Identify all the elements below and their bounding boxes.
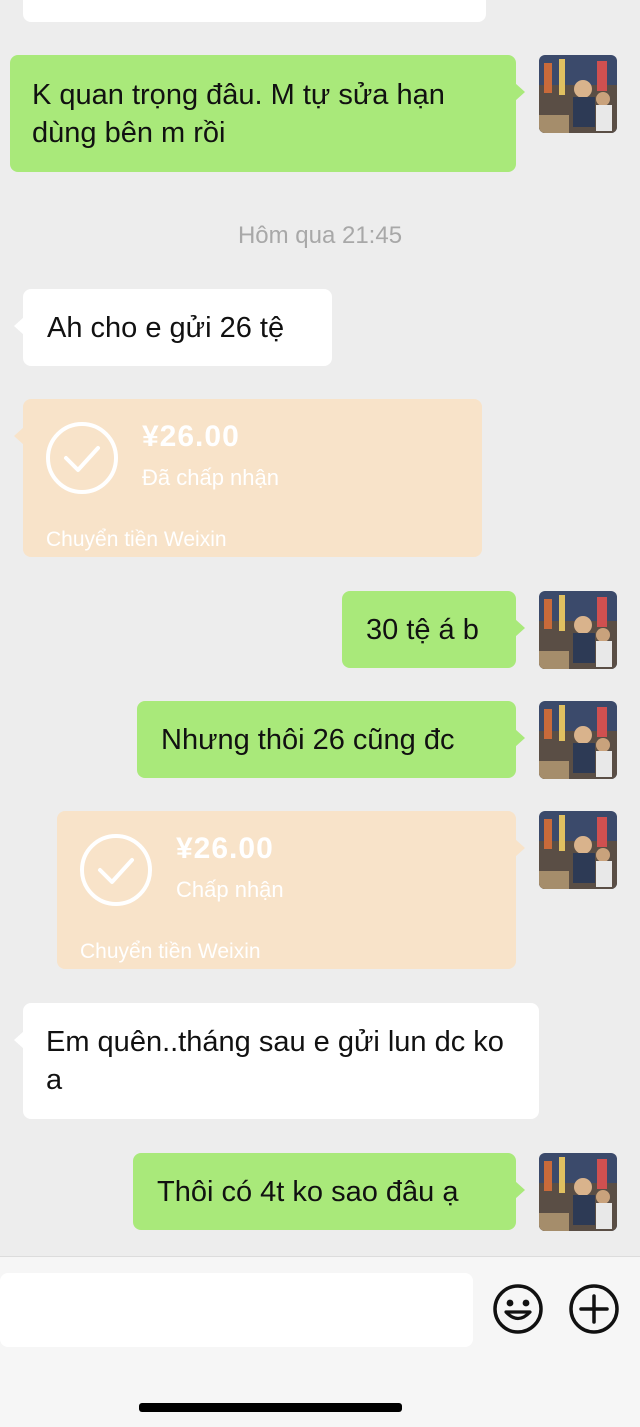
transfer-status: Đã chấp nhận bbox=[142, 465, 279, 490]
message-text: Ah cho e gửi 26 tệ bbox=[47, 311, 285, 344]
message-outgoing[interactable]: Nhưng thôi 26 cũng đc bbox=[137, 701, 525, 778]
message-incoming[interactable]: Ah cho e gửi 26 tệ bbox=[14, 289, 332, 366]
avatar-photo-icon bbox=[539, 55, 617, 133]
smiley-face-icon[interactable] bbox=[492, 1283, 544, 1335]
message-text: 30 tệ á b bbox=[366, 613, 479, 646]
message-outgoing[interactable]: 30 tệ á b bbox=[342, 591, 525, 668]
message-text: Em quên..tháng sau e gửi lun dc ko a bbox=[46, 1026, 504, 1096]
transfer-card-incoming[interactable]: ¥26.00 Đã chấp nhận Chuyển tiền Weixin bbox=[14, 399, 482, 557]
message-incoming[interactable]: Em quên..tháng sau e gửi lun dc ko a bbox=[14, 1003, 539, 1119]
timestamp: Hôm qua 21:45 bbox=[237, 222, 403, 249]
check-circle-icon bbox=[80, 834, 152, 906]
message-outgoing[interactable]: K quan trọng đâu. M tự sửa hạn dùng bên … bbox=[10, 55, 525, 172]
avatar[interactable] bbox=[539, 591, 617, 669]
input-bar bbox=[0, 1256, 640, 1427]
transfer-footer: Chuyển tiền Weixin bbox=[46, 528, 227, 551]
avatar[interactable] bbox=[539, 55, 617, 133]
message-input[interactable] bbox=[0, 1273, 473, 1347]
check-circle-icon bbox=[46, 422, 118, 494]
avatar-photo-icon bbox=[539, 1153, 617, 1231]
transfer-amount: ¥26.00 bbox=[142, 420, 240, 453]
message-text: Nhưng thôi 26 cũng đc bbox=[161, 723, 455, 756]
message-outgoing[interactable]: Thôi có 4t ko sao đâu ạ bbox=[133, 1153, 525, 1230]
message-text: Thôi có 4t ko sao đâu ạ bbox=[157, 1175, 459, 1208]
avatar-photo-icon bbox=[539, 811, 617, 889]
avatar[interactable] bbox=[539, 1153, 617, 1231]
avatar-photo-icon bbox=[539, 591, 617, 669]
message-text: K quan trọng đâu. M tự sửa hạn dùng bên … bbox=[32, 78, 445, 149]
transfer-card-outgoing[interactable]: ¥26.00 Chấp nhận Chuyển tiền Weixin bbox=[57, 811, 525, 969]
transfer-footer: Chuyển tiền Weixin bbox=[80, 940, 261, 963]
message-incoming-partial[interactable] bbox=[23, 0, 486, 22]
avatar[interactable] bbox=[539, 701, 617, 779]
home-indicator bbox=[139, 1403, 402, 1412]
plus-circle-icon[interactable] bbox=[568, 1283, 620, 1335]
transfer-amount: ¥26.00 bbox=[176, 832, 274, 865]
avatar[interactable] bbox=[539, 811, 617, 889]
avatar-photo-icon bbox=[539, 701, 617, 779]
transfer-status: Chấp nhận bbox=[176, 877, 284, 902]
